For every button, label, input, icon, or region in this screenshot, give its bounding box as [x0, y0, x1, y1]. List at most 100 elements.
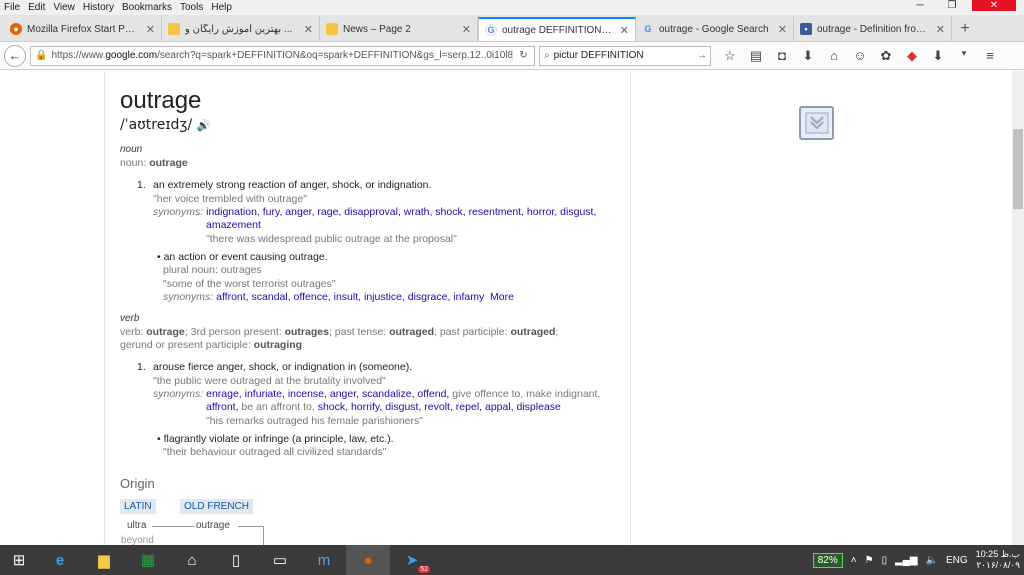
language-indicator[interactable]: ENG [946, 555, 968, 566]
clock[interactable]: 10:25 ب.ظ ۲۰۱۶/۰۸/۰۹ [976, 549, 1020, 571]
google-icon: G [642, 23, 654, 35]
noun-definition: an extremely strong reaction of anger, s… [153, 179, 432, 191]
scrollbar[interactable] [1012, 71, 1024, 545]
close-tab-icon[interactable]: ✕ [304, 23, 313, 36]
file-explorer-icon[interactable]: ▆ [82, 545, 126, 575]
pos-verb: verb [120, 313, 140, 324]
tab-persian-tutorial[interactable]: بهترین آموزش رایگان و ... ✕ [162, 17, 320, 41]
tab-bar: ● Mozilla Firefox Start Page ✕ بهترین آم… [0, 15, 1024, 42]
tab-firefox-start[interactable]: ● Mozilla Firefox Start Page ✕ [4, 17, 162, 41]
menu-history[interactable]: History [83, 2, 114, 13]
close-tab-icon[interactable]: ✕ [462, 23, 471, 36]
home-app-icon[interactable]: ⌂ [170, 545, 214, 575]
dictionary-card [104, 71, 631, 545]
tray-arrow-icon[interactable]: ˄ [851, 555, 857, 566]
page-content: outrage /ˈaʊtreɪdʒ/ 🔊 noun noun: outrage… [0, 71, 1024, 545]
firefox-icon: ● [10, 23, 22, 35]
pocket-icon[interactable]: ◘ [769, 48, 795, 64]
hamburger-menu-icon[interactable]: ≡ [977, 48, 1003, 64]
tab-outrage-search[interactable]: G outrage - Google Search ✕ [636, 17, 794, 41]
noun-form: noun: outrage [120, 157, 188, 169]
noun-synonyms: synonyms: indignation, fury, anger, rage… [153, 206, 597, 218]
battery-indicator[interactable]: 82% [812, 552, 843, 568]
close-tab-icon[interactable]: ✕ [778, 23, 787, 36]
origin-lang-old-french: OLD FRENCH [180, 499, 254, 514]
home-icon[interactable]: ⌂ [821, 48, 847, 64]
menu-dropdown-icon[interactable]: ▾ [951, 48, 977, 64]
addon-color-icon[interactable]: ◆ [899, 48, 925, 64]
noun-subsense: • an action or event causing outrage. [157, 251, 328, 263]
signal-icon[interactable]: ▂▄▆ [895, 555, 917, 566]
menu-file[interactable]: File [4, 2, 20, 13]
more-link[interactable]: More [490, 291, 514, 303]
bookmark-star-icon[interactable]: ☆ [717, 48, 743, 64]
tab-news[interactable]: News – Page 2 ✕ [320, 17, 478, 41]
noun-subsense-synonyms: synonyms: affront, scandal, offence, ins… [163, 291, 514, 303]
menu-tools[interactable]: Tools [180, 2, 203, 13]
noun-synonyms-cont[interactable]: amazement [206, 219, 706, 231]
minimize-button[interactable]: ─ [908, 0, 932, 11]
origin-lang-latin: LATIN [120, 499, 156, 514]
menu-help[interactable]: Help [211, 2, 232, 13]
etym-connector [238, 526, 264, 545]
battery-icon[interactable]: ▯ [882, 555, 888, 566]
download-icon[interactable]: ⬇ [795, 48, 821, 64]
site-icon: ▪ [800, 23, 812, 35]
store-icon[interactable]: ▦ [126, 545, 170, 575]
back-button[interactable]: ← [4, 44, 26, 67]
toolbar-icons: ☆ ▤ ◘ ⬇ ⌂ ☺ ✿ ◆ ⬇ ▾ ≡ [717, 48, 1003, 64]
noun-subsense-example: "some of the worst terrorist outrages" [163, 278, 336, 290]
noun-example: "her voice trembled with outrage" [153, 193, 307, 205]
etym-word-latin: ultra [127, 520, 147, 531]
volume-icon[interactable]: 🔈 [926, 555, 938, 566]
ie-icon[interactable]: e [38, 545, 82, 575]
verb-definition: arouse fierce anger, shock, or indignati… [153, 361, 413, 373]
close-tab-icon[interactable]: ✕ [936, 23, 945, 36]
search-go-icon[interactable]: → [694, 50, 710, 61]
addon-icon[interactable]: ✿ [873, 48, 899, 64]
search-bar[interactable]: ⌕ pictur DEFFINITION → [539, 45, 711, 66]
flag-icon[interactable]: ⚑ [865, 555, 874, 566]
firefox-taskbar-icon[interactable]: ● [346, 545, 390, 575]
windows-start-icon[interactable]: ⊞ [0, 545, 38, 575]
document-icon[interactable]: ▯ [214, 545, 258, 575]
download-arrow-icon[interactable]: ⬇ [925, 48, 951, 64]
speaker-icon[interactable]: 🔊 [197, 119, 211, 132]
tab-outrage-dictionary[interactable]: ▪ outrage - Definition from ... ✕ [794, 17, 952, 41]
download-overlay-button[interactable] [799, 106, 834, 140]
reload-icon[interactable]: ↻ [512, 50, 534, 61]
new-tab-button[interactable]: + [952, 17, 978, 41]
verb-forms: verb: outrage; 3rd person present: outra… [120, 326, 559, 338]
close-window-button[interactable]: ✕ [972, 0, 1016, 11]
google-icon: G [485, 24, 497, 36]
verb-synonyms-cont: affront, be an affront to, shock, horrif… [206, 401, 561, 413]
scrollbar-thumb[interactable] [1013, 129, 1023, 209]
chat-icon[interactable]: ☺ [847, 48, 873, 64]
url-bar[interactable]: 🔒 https://www.google.com/search?q=spark+… [30, 45, 535, 66]
etym-arrow [152, 526, 194, 527]
folder-icon [326, 23, 338, 35]
noun-plural: plural noun: outrages [163, 264, 262, 276]
verb-subsense-example: "their behaviour outraged all civilized … [163, 446, 387, 458]
menu-bookmarks[interactable]: Bookmarks [122, 2, 172, 13]
tab-outrage-definition[interactable]: G outrage DEFFINITION - Go... ✕ [478, 17, 636, 41]
reading-list-icon[interactable]: ▤ [743, 48, 769, 64]
origin-heading: Origin [120, 476, 155, 491]
lock-icon: 🔒 [35, 50, 48, 61]
verb-synonym-example: "his remarks outraged his female parishi… [206, 415, 423, 427]
close-tab-icon[interactable]: ✕ [620, 24, 629, 37]
verb-example: "the public were outraged at the brutali… [153, 375, 386, 387]
menu-view[interactable]: View [53, 2, 75, 13]
system-tray: 82% ˄ ⚑ ▯ ▂▄▆ 🔈 ENG 10:25 ب.ظ ۲۰۱۶/۰۸/۰۹ [812, 545, 1020, 575]
phonetic: /ˈaʊtreɪdʒ/ 🔊 [120, 117, 211, 133]
restore-button[interactable]: ❐ [940, 0, 964, 11]
pos-noun: noun [120, 144, 143, 155]
maxthon-icon[interactable]: m [302, 545, 346, 575]
close-tab-icon[interactable]: ✕ [146, 23, 155, 36]
telegram-icon[interactable]: ➤ 52 [390, 545, 434, 575]
menu-edit[interactable]: Edit [28, 2, 45, 13]
url-text: https://www.google.com/search?q=spark+DE… [51, 50, 512, 61]
search-input[interactable]: pictur DEFFINITION [554, 50, 694, 61]
verb-synonyms: synonyms: enrage, infuriate, incense, an… [153, 388, 601, 400]
monitor-icon[interactable]: ▭ [258, 545, 302, 575]
